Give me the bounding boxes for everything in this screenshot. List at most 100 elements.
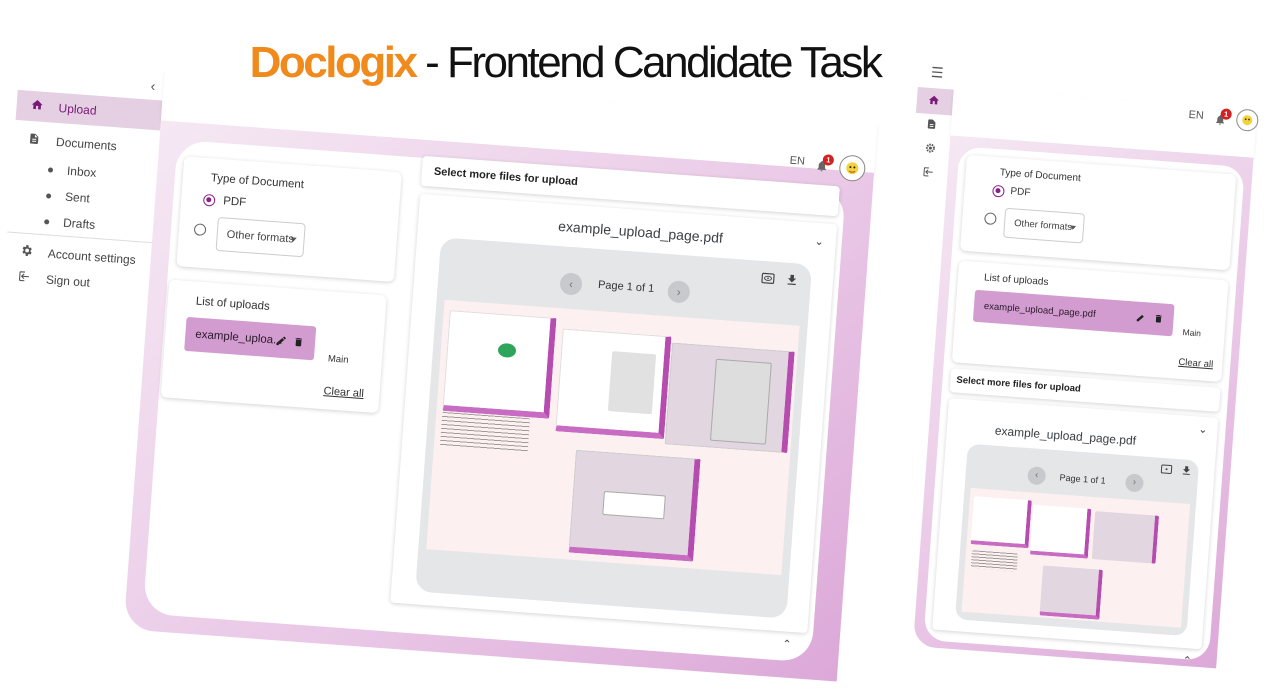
document-file-name: example_upload_page.pdf	[994, 423, 1137, 448]
delete-icon[interactable]	[293, 336, 306, 349]
document-icon	[28, 132, 43, 147]
sidebar-item-sent[interactable]: Sent	[45, 188, 90, 205]
format-select[interactable]: Other formats	[1003, 207, 1086, 244]
workspace: Type of Document PDF Other formats List …	[912, 135, 1254, 669]
thumb-screen-4	[1039, 565, 1103, 620]
thumb-dialog	[602, 490, 666, 520]
chevron-up-icon[interactable]: ⌃	[782, 637, 792, 651]
clear-all-link[interactable]: Clear all	[1178, 357, 1214, 371]
upload-file-name: example_upload_page.pdf	[983, 300, 1097, 321]
language-selector[interactable]: EN	[1188, 109, 1204, 122]
pdf-viewer: ‹ Page 1 of 1 ›	[415, 237, 813, 619]
format-select[interactable]: Other formats	[215, 216, 306, 258]
menu-icon[interactable]: ☰	[930, 64, 944, 82]
document-file-name: example_upload_page.pdf	[557, 217, 724, 246]
chevron-left-icon[interactable]: ‹	[150, 78, 156, 94]
preview-icon[interactable]	[761, 271, 776, 286]
radio-label: PDF	[1010, 186, 1031, 199]
sidebar-item-inbox[interactable]: Inbox	[47, 162, 97, 180]
download-icon[interactable]	[784, 273, 799, 288]
document-accordion: ⌄ example_upload_page.pdf ‹ Page 1 of 1 …	[932, 398, 1219, 650]
workspace-panel: Type of Document PDF Other formats List …	[923, 146, 1245, 668]
tablet-mockup: ☰ EN 1 Type of Document PDF Other format…	[876, 64, 1260, 669]
thumb-screen-1	[970, 496, 1032, 549]
sidebar-item-label: Drafts	[62, 215, 96, 232]
logout-icon	[922, 166, 936, 180]
edit-icon[interactable]	[1135, 312, 1148, 325]
workspace-panel: Type of Document PDF Other formats List …	[142, 139, 867, 663]
bullet-icon	[47, 167, 54, 174]
chevron-down-icon[interactable]: ⌄	[814, 235, 824, 249]
chevron-up-icon[interactable]: ⌃	[1182, 654, 1192, 668]
notification-badge: 1	[1220, 108, 1233, 121]
main-tag: Main	[327, 353, 349, 366]
logout-icon	[18, 269, 33, 284]
download-icon[interactable]	[1180, 463, 1195, 478]
workspace: Type of Document PDF Other formats List …	[123, 120, 875, 682]
radio-pdf[interactable]	[992, 184, 1005, 198]
radio-other[interactable]	[983, 212, 997, 226]
sidebar-item-drafts[interactable]: Drafts	[44, 214, 96, 232]
gear-icon	[924, 142, 938, 156]
thumb-text-block	[439, 411, 531, 453]
preview-icon[interactable]	[1160, 462, 1175, 477]
document-accordion: ⌄ example_upload_page.pdf ‹ Page 1 of 1 …	[390, 193, 838, 634]
gear-icon	[20, 244, 35, 259]
home-icon	[30, 98, 45, 113]
language-selector[interactable]: EN	[789, 155, 805, 168]
sidebar-item-upload[interactable]: Upload	[15, 89, 163, 131]
upload-file-name: example_uploa...	[194, 328, 284, 347]
thumb-text-block	[970, 550, 1018, 572]
prev-page-button[interactable]: ‹	[1027, 466, 1047, 486]
sidebar-item-label: Documents	[55, 134, 118, 154]
caret-down-icon	[1069, 225, 1077, 230]
document-type-card: Type of Document PDF Other formats	[959, 154, 1237, 271]
thumb-screen-2	[1029, 504, 1092, 559]
upload-bar-label: Select more files for upload	[956, 374, 1082, 395]
bell-icon[interactable]: 1	[1214, 108, 1233, 128]
chevron-down-icon[interactable]: ⌄	[1198, 422, 1208, 436]
thumb-screen-1	[442, 310, 557, 419]
bell-icon[interactable]: 1	[815, 154, 835, 174]
avatar[interactable]	[1235, 108, 1260, 132]
thumb-cloud	[497, 342, 517, 359]
document-icon	[926, 118, 940, 132]
card-title: Type of Document	[210, 172, 305, 192]
thumb-screen-2	[555, 328, 672, 440]
page-thumbnail	[961, 487, 1191, 628]
sidebar-item-label: Sign out	[45, 272, 91, 290]
clear-all-link[interactable]: Clear all	[323, 385, 364, 400]
edit-icon[interactable]	[275, 334, 288, 347]
card-title: List of uploads	[983, 272, 1049, 289]
home-icon	[927, 94, 941, 108]
headline-rest: - Frontend Candidate Task	[415, 38, 883, 87]
document-type-card: Type of Document PDF Other formats	[176, 156, 402, 282]
delete-icon[interactable]	[1153, 313, 1166, 326]
uploads-list-card: List of uploads example_upload_page.pdf …	[951, 260, 1229, 382]
sidebar-item-label: Upload	[58, 100, 98, 118]
next-page-button[interactable]: ›	[1124, 473, 1145, 493]
thumb-screen-3	[1091, 511, 1160, 564]
radio-label: PDF	[222, 195, 247, 209]
page-thumbnail	[426, 299, 800, 576]
upload-bar-label: Select more files for upload	[433, 165, 579, 189]
upload-item[interactable]: example_uploa...	[184, 316, 317, 361]
desktop-mockup: ‹ Upload Documents Inbox Sent Drafts Acc…	[0, 60, 878, 682]
card-title: List of uploads	[195, 295, 271, 313]
sidebar-item-documents[interactable]: Documents	[13, 124, 160, 165]
page-indicator: Page 1 of 1	[597, 278, 655, 296]
upload-item[interactable]: example_upload_page.pdf	[972, 289, 1175, 337]
sidebar-item-label: Inbox	[66, 163, 97, 180]
prev-page-button[interactable]: ‹	[559, 272, 583, 296]
caret-down-icon	[290, 237, 297, 242]
main-tag: Main	[1182, 327, 1202, 339]
thumb-page	[607, 351, 657, 415]
card-title: Type of Document	[999, 167, 1082, 185]
sidebar-item-label: Account settings	[47, 246, 137, 267]
thumb-screen-3	[664, 342, 795, 454]
radio-pdf[interactable]	[202, 193, 216, 207]
sidebar-item-sign-out[interactable]	[911, 159, 949, 188]
pdf-viewer: ‹ Page 1 of 1 ›	[954, 443, 1200, 637]
next-page-button[interactable]: ›	[667, 280, 691, 304]
radio-other[interactable]	[193, 223, 207, 237]
